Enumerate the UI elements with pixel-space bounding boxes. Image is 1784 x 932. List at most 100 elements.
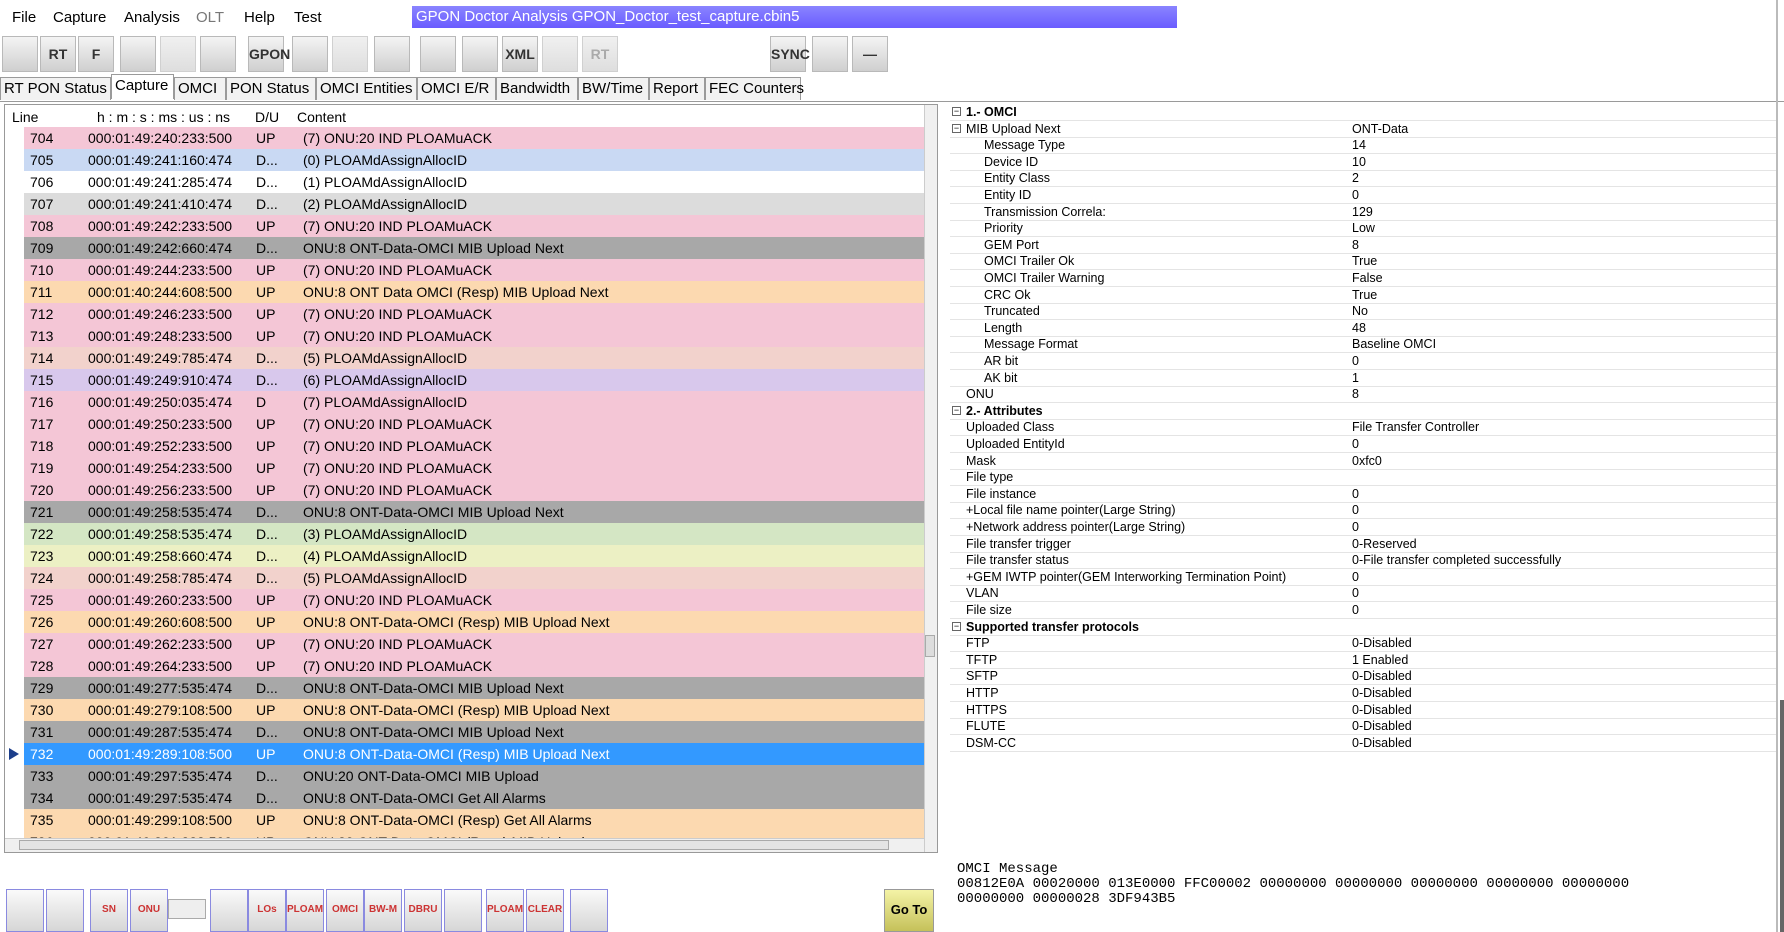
play-icon[interactable] [292,36,328,72]
table-row[interactable]: 733 000:01:49:297:535:474 D... ONU:20 ONT-D… [24,765,925,787]
table-row[interactable]: 721 000:01:49:258:535:474 D... ONU:8 ONT-Da… [24,501,925,523]
collapse-toggle-icon[interactable]: − [952,123,961,133]
table-row[interactable]: 729 000:01:49:277:535:474 D... ONU:8 ONT-Da… [24,677,925,699]
table-row[interactable]: 715 000:01:49:249:910:474 D... (6) PLOAMdAs… [24,369,925,391]
tree-row[interactable]: File type [950,469,1776,487]
menu-file[interactable]: File [12,9,36,26]
tree-row[interactable]: Message Type 14 [950,137,1776,155]
table-row[interactable]: 709 000:01:49:242:660:474 D... ONU:8 ONT-Da… [24,237,925,259]
clear-icon[interactable]: CLEAR [526,889,564,932]
menu-help[interactable]: Help [244,9,275,26]
camera-icon[interactable] [120,36,156,72]
table-row[interactable]: 730 000:01:49:279:108:500 UP ONU:8 ONT-Data… [24,699,925,721]
tab-omci-e-r[interactable]: OMCI E/R [417,77,496,100]
table-row[interactable]: 720 000:01:49:256:233:500 UP (7) ONU:20 IND… [24,479,925,501]
tree-row[interactable]: Entity ID 0 [950,187,1776,204]
scroll-down-icon[interactable] [6,889,44,932]
tree-row[interactable]: Truncated No [950,303,1776,321]
settings-icon[interactable] [200,36,236,72]
dbru-icon[interactable]: DBRU [404,889,442,932]
gpon-icon[interactable]: GPON [248,36,290,72]
menu-analysis[interactable]: Analysis [124,9,180,26]
tab-capture[interactable]: Capture [111,74,174,99]
table-row[interactable]: 706 000:01:49:241:285:474 D... (1) PLOAMdAs… [24,171,925,193]
stop-icon[interactable] [332,36,368,72]
rt-pause-icon[interactable]: RT [582,36,618,72]
tab-report[interactable]: Report [649,77,705,100]
tree-row[interactable]: −2.- Attributes [950,403,1776,420]
tree-row[interactable]: − Supported transfer protocols [950,619,1776,636]
header-content[interactable]: Content [297,109,346,125]
tree-row[interactable]: Priority Low [950,220,1776,238]
table-row[interactable]: 716 000:01:49:250:035:474 D (7) PLOAMdAssig… [24,391,925,413]
omci-icon[interactable]: OMCI [326,889,364,932]
tree-row[interactable]: AR bit 0 [950,353,1776,370]
filter-icon[interactable]: F [78,36,114,72]
tree-row[interactable]: −1.- OMCI [950,104,1776,121]
table-row[interactable]: 728 000:01:49:264:233:500 UP (7) ONU:20 IND… [24,655,925,677]
tree-row[interactable]: File instance 0 [950,486,1776,503]
tree-row[interactable]: VLAN 0 [950,585,1776,603]
table-row[interactable]: 725 000:01:49:260:233:500 UP (7) ONU:20 IND… [24,589,925,611]
tree-row[interactable]: File size 0 [950,602,1776,619]
tree-row[interactable]: FTP 0-Disabled [950,635,1776,653]
table-row[interactable]: 704 000:01:49:240:233:500 UP (7) ONU:20 IND… [24,127,925,149]
vertical-scrollbar[interactable] [924,105,937,852]
bwm-icon[interactable]: BW-M [364,889,402,932]
tree-row[interactable]: − MIB Upload Next ONT-Data [950,121,1776,138]
sn-icon[interactable]: SN [90,889,128,932]
collapse-toggle-icon[interactable]: − [952,107,961,116]
tree-row[interactable]: Message Format Baseline OMCI [950,336,1776,354]
ploam-plus-icon[interactable]: PLOAM [486,889,524,932]
no-filter-icon[interactable] [210,889,248,932]
tree-row[interactable]: HTTP 0-Disabled [950,685,1776,702]
table-row[interactable]: 734 000:01:49:297:535:474 D... ONU:8 ONT-Da… [24,787,925,809]
tree-row[interactable]: AK bit 1 [950,370,1776,387]
table-row[interactable]: 705 000:01:49:241:160:474 D... (0) PLOAMdAs… [24,149,925,171]
tree-row[interactable]: HTTPS 0-Disabled [950,702,1776,719]
disk-icon[interactable] [462,36,498,72]
header-line[interactable]: Line [12,109,38,125]
header-du[interactable]: D/U [255,109,279,125]
monitor-icon[interactable] [812,36,848,72]
table-row[interactable]: 708 000:01:49:242:233:500 UP (7) ONU:20 IND… [24,215,925,237]
table-row[interactable]: 717 000:01:49:250:233:500 UP (7) ONU:20 IND… [24,413,925,435]
tree-row[interactable]: File transfer status 0-File transfer comp… [950,552,1776,570]
scroll-up-icon[interactable] [46,889,84,932]
blank-field[interactable] [168,899,206,919]
table-row[interactable]: 724 000:01:49:258:785:474 D... (5) PLOAMdAs… [24,567,925,589]
menu-olt[interactable]: OLT [196,9,224,26]
collapse-toggle-icon[interactable]: − [952,405,961,415]
table-row[interactable]: 723 000:01:49:258:660:474 D... (4) PLOAMdAs… [24,545,925,567]
camera-delete-icon[interactable] [160,36,196,72]
tree-row[interactable]: CRC Ok True [950,287,1776,304]
table-row[interactable]: 710 000:01:49:244:233:500 UP (7) ONU:20 IND… [24,259,925,281]
ploam-icon[interactable]: PLOAM [286,889,324,932]
tree-row[interactable]: Uploaded EntityId 0 [950,436,1776,453]
tab-omci-entities[interactable]: OMCI Entities [316,77,417,100]
tree-row[interactable]: +GEM IWTP pointer(GEM Interworking Termi… [950,569,1776,586]
menu-test[interactable]: Test [294,9,322,26]
tree-row[interactable]: OMCI Trailer Warning False [950,270,1776,287]
minus-icon[interactable]: — [852,36,888,72]
tree-row[interactable]: Length 48 [950,320,1776,337]
table-row[interactable]: 735 000:01:49:299:108:500 UP ONU:8 ONT-Data… [24,809,925,831]
vertical-scroll-thumb[interactable] [925,635,935,657]
config-icon[interactable] [374,36,410,72]
table-row[interactable]: 718 000:01:49:252:233:500 UP (7) ONU:20 IND… [24,435,925,457]
table-row[interactable]: 719 000:01:49:254:233:500 UP (7) ONU:20 IND… [24,457,925,479]
tree-row[interactable]: Device ID 10 [950,154,1776,171]
table-row[interactable]: 711 000:01:40:244:608:500 UP ONU:8 ONT Data… [24,281,925,303]
sync-icon[interactable]: SYNC [770,36,810,72]
tree-row[interactable]: TFTP 1 Enabled [950,652,1776,669]
tree-row[interactable]: Uploaded Class File Transfer Controller [950,419,1776,437]
tree-row[interactable]: Transmission Correla: 129 [950,204,1776,221]
collapse-toggle-icon[interactable]: − [952,621,961,631]
tree-row[interactable]: OMCI Trailer Ok True [950,253,1776,271]
los-icon[interactable]: LOs [248,889,286,932]
rt-icon[interactable]: RT [40,36,76,72]
onu-icon[interactable]: ONU [130,889,168,932]
table-row[interactable]: 726 000:01:49:260:608:500 UP ONU:8 ONT-Data… [24,611,925,633]
table-row[interactable]: 714 000:01:49:249:785:474 D... (5) PLOAMdAs… [24,347,925,369]
horizontal-scroll-thumb[interactable] [19,840,889,850]
